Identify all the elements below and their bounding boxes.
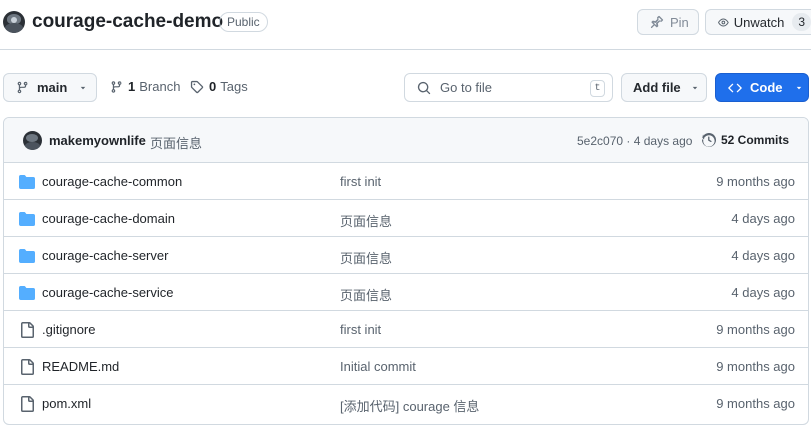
commits-count-label: 52 Commits bbox=[721, 133, 790, 147]
file-commit-time: 4 days ago bbox=[731, 285, 795, 300]
search-shortcut-key: t bbox=[590, 80, 605, 97]
pin-label: Pin bbox=[670, 14, 689, 30]
commit-hash-time[interactable]: 5e2c070 · 4 days ago bbox=[577, 134, 692, 148]
tag-icon bbox=[190, 80, 204, 93]
file-row[interactable]: courage-cache-domain 页面信息 4 days ago bbox=[4, 200, 808, 237]
unwatch-label: Unwatch bbox=[733, 14, 785, 30]
visibility-badge: Public bbox=[219, 12, 268, 32]
chevron-down-icon bbox=[81, 86, 86, 89]
file-commit-time: 4 days ago bbox=[731, 248, 795, 263]
tags-link[interactable]: 0 Tags bbox=[190, 79, 248, 94]
author-avatar[interactable] bbox=[23, 131, 42, 150]
file-commit-time: 4 days ago bbox=[731, 211, 795, 226]
owner-avatar[interactable] bbox=[3, 11, 25, 33]
branch-name: main bbox=[37, 80, 68, 95]
file-name-link[interactable]: courage-cache-common bbox=[42, 174, 182, 189]
file-row[interactable]: README.md Initial commit 9 months ago bbox=[4, 348, 808, 385]
repo-header: courage-cache-demo Public Pin Unwatch 3 bbox=[0, 0, 811, 50]
file-name-link[interactable]: courage-cache-server bbox=[42, 248, 168, 263]
file-commit-message[interactable]: [添加代码] courage 信息 bbox=[340, 396, 479, 415]
go-to-file-search[interactable]: t bbox=[404, 73, 613, 102]
watch-count-badge: 3 bbox=[792, 13, 811, 31]
git-branch-icon bbox=[111, 80, 122, 93]
file-icon bbox=[19, 359, 35, 378]
file-commit-message[interactable]: 页面信息 bbox=[340, 211, 392, 230]
file-name-link[interactable]: README.md bbox=[42, 359, 119, 374]
branches-link[interactable]: 1 Branch bbox=[110, 79, 180, 94]
add-file-button[interactable]: Add file bbox=[621, 73, 707, 102]
commit-message[interactable]: 页面信息 bbox=[150, 133, 202, 152]
file-table: makemyownlife 页面信息 5e2c070 · 4 days ago … bbox=[3, 117, 809, 425]
commits-history-link[interactable]: 52 Commits bbox=[702, 133, 789, 147]
repo-name[interactable]: courage-cache-demo bbox=[32, 11, 223, 33]
pin-button[interactable]: Pin bbox=[637, 9, 699, 35]
add-file-label: Add file bbox=[633, 80, 681, 95]
code-label: Code bbox=[750, 80, 783, 95]
file-commit-time: 9 months ago bbox=[716, 174, 795, 189]
commit-author[interactable]: makemyownlife bbox=[49, 133, 146, 148]
search-input[interactable] bbox=[440, 80, 580, 95]
file-name-link[interactable]: pom.xml bbox=[42, 396, 91, 411]
file-commit-message[interactable]: Initial commit bbox=[340, 359, 416, 374]
file-commit-time: 9 months ago bbox=[716, 322, 795, 337]
file-row[interactable]: courage-cache-service 页面信息 4 days ago bbox=[4, 274, 808, 311]
folder-icon bbox=[19, 248, 35, 267]
file-commit-message[interactable]: 页面信息 bbox=[340, 248, 392, 267]
file-row[interactable]: courage-cache-common first init 9 months a… bbox=[4, 163, 808, 200]
file-name-link[interactable]: courage-cache-service bbox=[42, 285, 174, 300]
file-row[interactable]: courage-cache-server 页面信息 4 days ago bbox=[4, 237, 808, 274]
history-icon bbox=[702, 133, 716, 147]
file-row[interactable]: .gitignore first init 9 months ago bbox=[4, 311, 808, 348]
tag-count: 0 bbox=[209, 79, 217, 94]
folder-icon bbox=[19, 211, 35, 230]
folder-icon bbox=[19, 174, 35, 193]
file-commit-time: 9 months ago bbox=[716, 396, 795, 411]
code-icon bbox=[728, 83, 742, 92]
branch-label: Branch bbox=[139, 79, 181, 94]
chevron-down-icon bbox=[796, 86, 801, 89]
pin-icon bbox=[650, 15, 664, 29]
file-name-link[interactable]: .gitignore bbox=[42, 322, 95, 337]
branch-select-button[interactable]: main bbox=[3, 73, 97, 102]
file-icon bbox=[19, 396, 35, 415]
file-icon bbox=[19, 322, 35, 341]
unwatch-button[interactable]: Unwatch 3 bbox=[705, 9, 811, 35]
folder-icon bbox=[19, 285, 35, 304]
git-branch-icon bbox=[17, 81, 28, 94]
file-name-link[interactable]: courage-cache-domain bbox=[42, 211, 175, 226]
file-row[interactable]: pom.xml [添加代码] courage 信息 9 months ago bbox=[4, 385, 808, 422]
latest-commit-bar: makemyownlife 页面信息 5e2c070 · 4 days ago … bbox=[4, 118, 808, 163]
eye-icon bbox=[718, 17, 729, 27]
file-commit-message[interactable]: first init bbox=[340, 322, 381, 337]
search-icon bbox=[417, 81, 431, 94]
tag-label: Tags bbox=[220, 79, 248, 94]
file-commit-time: 9 months ago bbox=[716, 359, 795, 374]
chevron-down-icon bbox=[692, 86, 697, 89]
branch-count: 1 bbox=[128, 79, 136, 94]
code-button[interactable]: Code bbox=[715, 73, 809, 102]
file-commit-message[interactable]: 页面信息 bbox=[340, 285, 392, 304]
file-commit-message[interactable]: first init bbox=[340, 174, 381, 189]
